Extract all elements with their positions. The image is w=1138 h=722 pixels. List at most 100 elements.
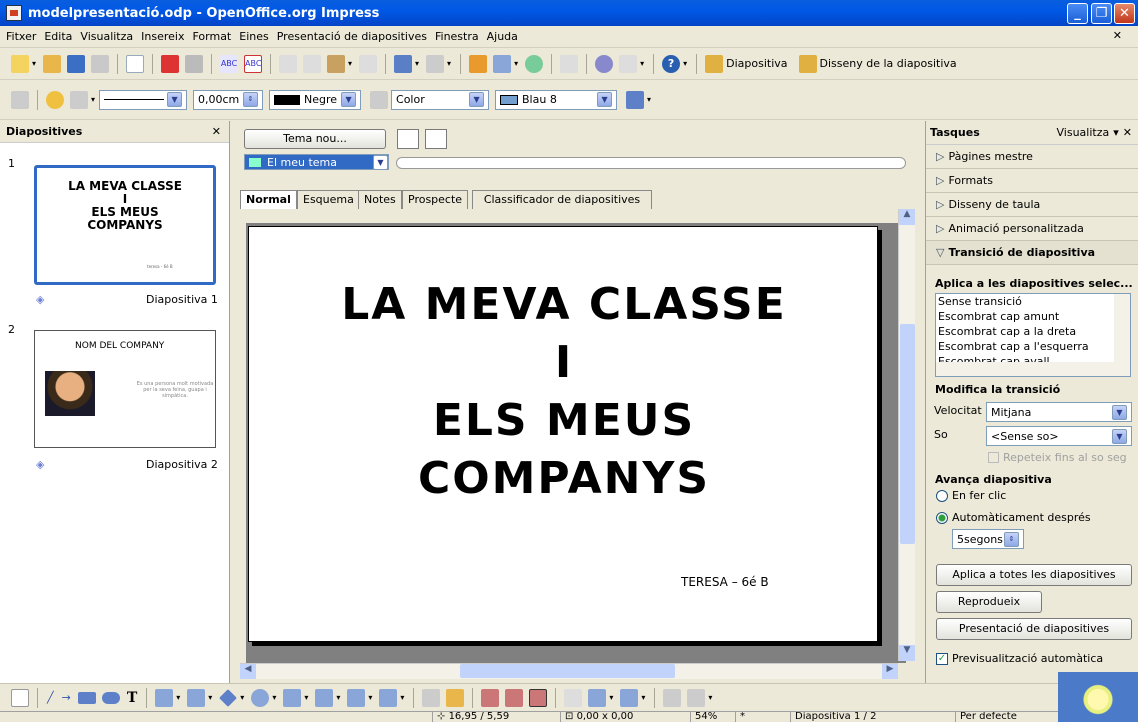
new-slide-button[interactable]: Diapositiva bbox=[726, 57, 787, 70]
slide-title-line-3[interactable]: ELS MEUS bbox=[249, 395, 879, 446]
save-icon[interactable] bbox=[67, 54, 86, 73]
slide-title-line-1[interactable]: LA MEVA CLASSE bbox=[249, 279, 879, 330]
rectangle-tool-icon[interactable] bbox=[77, 691, 96, 704]
auto-preview-checkbox[interactable]: ✓ Previsualització automàtica bbox=[936, 652, 1103, 665]
area-style-icon[interactable] bbox=[370, 90, 389, 109]
callouts-icon[interactable] bbox=[347, 688, 366, 707]
tab-esquema[interactable]: Esquema bbox=[297, 190, 360, 209]
arrange-icon[interactable] bbox=[620, 688, 639, 707]
menu-insereix[interactable]: Insereix bbox=[141, 30, 184, 43]
fill-type-select[interactable]: Color ▼ bbox=[391, 89, 490, 110]
transition-item[interactable]: Escombrat cap a la dreta bbox=[936, 324, 1130, 339]
toggle-extrusion-icon[interactable] bbox=[687, 688, 706, 707]
tab-notes[interactable]: Notes bbox=[358, 190, 402, 209]
paste-icon[interactable] bbox=[327, 54, 346, 73]
gallery-icon[interactable] bbox=[505, 688, 524, 707]
play-button[interactable]: Reprodueix bbox=[936, 591, 1042, 613]
ellipse-tool-icon[interactable] bbox=[101, 691, 120, 704]
fontwork-gallery-icon[interactable] bbox=[446, 688, 465, 707]
undo-icon[interactable] bbox=[394, 54, 413, 73]
close-button[interactable]: ✕ bbox=[1114, 3, 1135, 24]
select-arrow-icon[interactable] bbox=[11, 688, 29, 707]
on-click-radio[interactable]: En fer clic bbox=[936, 489, 1006, 502]
section-slide-transition[interactable]: ▽ Transició de diapositiva bbox=[926, 241, 1138, 265]
menu-edita[interactable]: Edita bbox=[44, 30, 72, 43]
zoom-icon[interactable] bbox=[619, 54, 638, 73]
section-master-pages[interactable]: ▷ Pàgines mestre bbox=[926, 145, 1138, 169]
arrow-line-tool-icon[interactable]: → bbox=[62, 691, 71, 704]
transition-item[interactable]: Sense transició bbox=[936, 294, 1130, 309]
line-tool-icon[interactable]: ╱ bbox=[47, 691, 54, 704]
slide-title-line-4[interactable]: COMPANYS bbox=[249, 453, 879, 504]
menu-presentacio[interactable]: Presentació de diapositives bbox=[277, 30, 427, 43]
line-width-field[interactable]: 0,00cm ⇕ bbox=[193, 89, 264, 110]
theme-select[interactable]: El meu tema ▼ bbox=[244, 154, 389, 170]
close-document-icon[interactable]: ✕ bbox=[1113, 29, 1122, 42]
menu-finestra[interactable]: Finestra bbox=[435, 30, 479, 43]
stars-icon[interactable] bbox=[379, 688, 398, 707]
points-icon[interactable] bbox=[422, 688, 441, 707]
symbol-shapes-icon[interactable] bbox=[251, 688, 270, 707]
slide-thumbnail-1[interactable]: LA MEVA CLASSE I ELS MEUS COMPANYS teres… bbox=[34, 165, 216, 285]
new-theme-button[interactable]: Tema nou... bbox=[244, 129, 386, 149]
section-layouts[interactable]: ▷ Formats bbox=[926, 169, 1138, 193]
section-custom-animation[interactable]: ▷ Animació personalitzada bbox=[926, 217, 1138, 241]
maximize-button[interactable]: ❐ bbox=[1091, 3, 1112, 24]
line-style-select[interactable]: ▼ bbox=[99, 89, 188, 110]
tab-normal[interactable]: Normal bbox=[240, 190, 297, 209]
insert-picture-icon[interactable] bbox=[529, 688, 548, 707]
menu-visualitza[interactable]: Visualitza bbox=[80, 30, 133, 43]
slide-title-line-2[interactable]: I bbox=[249, 337, 879, 388]
slide-thumbnail-2[interactable]: NOM DEL COMPANY Es una persona molt moti… bbox=[34, 330, 216, 448]
layout-list-icon[interactable] bbox=[425, 129, 447, 149]
flowchart-icon[interactable] bbox=[315, 688, 334, 707]
slide-footer[interactable]: TERESA – 6é B bbox=[681, 575, 769, 589]
curve-tool-icon[interactable] bbox=[155, 688, 174, 707]
horizontal-scrollbar[interactable]: ◀ ▶ bbox=[240, 663, 898, 679]
section-table-design[interactable]: ▷ Disseny de taula bbox=[926, 193, 1138, 217]
block-arrows-icon[interactable] bbox=[283, 688, 302, 707]
minimize-button[interactable]: _ bbox=[1067, 3, 1088, 24]
repeat-sound-checkbox[interactable]: Repeteix fins al so seg bbox=[988, 451, 1127, 464]
apply-all-button[interactable]: Aplica a totes les diapositives bbox=[936, 564, 1132, 586]
spellcheck-icon[interactable]: ABC bbox=[220, 54, 239, 73]
new-document-icon[interactable] bbox=[11, 54, 29, 73]
navigator-icon[interactable] bbox=[595, 54, 614, 73]
transition-list[interactable]: Sense transició Escombrat cap amunt Esco… bbox=[935, 293, 1131, 377]
list-vscroll[interactable] bbox=[1114, 294, 1130, 362]
edit-file-icon[interactable] bbox=[126, 54, 145, 73]
tab-prospecte[interactable]: Prospecte bbox=[402, 190, 469, 209]
auto-seconds-field[interactable]: 5segons ⇕ bbox=[952, 529, 1024, 549]
slide-show-button[interactable]: Presentació de diapositives bbox=[936, 618, 1132, 640]
view-menu[interactable]: Visualitza bbox=[1057, 126, 1110, 139]
insert-image-icon[interactable] bbox=[481, 688, 500, 707]
text-tool-icon[interactable]: T bbox=[127, 690, 137, 706]
format-paintbrush-icon[interactable] bbox=[359, 54, 378, 73]
vertical-scrollbar[interactable]: ▲ ▼ bbox=[898, 209, 915, 661]
transition-item[interactable]: Escombrat cap amunt bbox=[936, 309, 1130, 324]
chart-icon[interactable] bbox=[469, 54, 488, 73]
lightbulb-icon[interactable] bbox=[1058, 672, 1138, 722]
speed-select[interactable]: Mitjana ▼ bbox=[986, 402, 1132, 422]
menu-format[interactable]: Format bbox=[192, 30, 231, 43]
line-style-icon[interactable] bbox=[46, 90, 64, 109]
menu-fitxer[interactable]: Fitxer bbox=[6, 30, 36, 43]
menu-ajuda[interactable]: Ajuda bbox=[487, 30, 518, 43]
tab-classificador[interactable]: Classificador de diapositives bbox=[472, 190, 652, 209]
shadow-icon[interactable] bbox=[626, 90, 645, 109]
print-icon[interactable] bbox=[185, 54, 204, 73]
close-tasks-icon[interactable]: ✕ bbox=[1123, 126, 1132, 139]
extrusion-icon[interactable] bbox=[663, 688, 682, 707]
basic-shapes-icon[interactable] bbox=[219, 688, 238, 707]
redo-icon[interactable] bbox=[426, 54, 445, 73]
help-icon[interactable]: ? bbox=[662, 54, 681, 73]
table-icon[interactable] bbox=[493, 54, 512, 73]
layout-grid-icon[interactable] bbox=[397, 129, 419, 149]
alignment-icon[interactable] bbox=[588, 688, 607, 707]
connector-tool-icon[interactable] bbox=[187, 688, 206, 707]
show-draw-functions-icon[interactable] bbox=[11, 90, 29, 109]
close-pane-icon[interactable]: ✕ bbox=[212, 125, 221, 138]
fontwork-icon[interactable] bbox=[525, 54, 544, 73]
effects-icon[interactable] bbox=[564, 688, 583, 707]
sound-select[interactable]: <Sense so> ▼ bbox=[986, 426, 1132, 446]
